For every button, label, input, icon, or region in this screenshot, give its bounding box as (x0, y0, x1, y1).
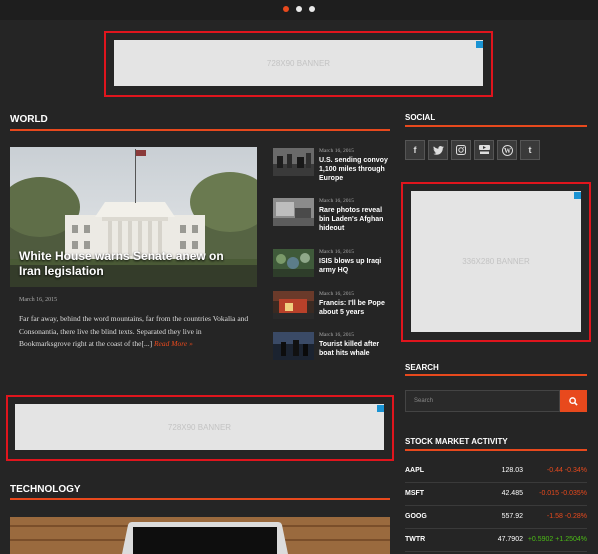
side-article-date: March 16, 2015 (319, 291, 354, 297)
stock-row: GOOG 557.92 -1.58 -0.28% (405, 505, 587, 529)
section-underline (10, 129, 390, 131)
hideout-photo (273, 198, 314, 226)
feature-article-excerpt: Far far away, behind the word mountains,… (19, 313, 251, 351)
side-article-item[interactable]: March 16, 2015 Tourist killed after boat… (273, 332, 393, 360)
stock-symbol[interactable]: AAPL (405, 467, 424, 474)
side-article-title[interactable]: Francis: I'll be Pope about 5 years (319, 299, 389, 317)
section-title-social: SOCIAL (405, 113, 436, 122)
wordpress-icon[interactable]: W (497, 140, 517, 160)
section-title-world: WORLD (10, 114, 48, 125)
twitter-icon[interactable] (428, 140, 448, 160)
section-title-technology: TECHNOLOGY (10, 484, 81, 495)
technology-feature-image[interactable] (10, 517, 390, 554)
stock-price: 557.92 (501, 513, 523, 520)
top-ad-banner[interactable]: 728X90 BANNER (114, 40, 483, 86)
slider-dot[interactable] (309, 6, 315, 12)
stock-price: 47.7902 (497, 536, 523, 543)
stock-symbol[interactable]: TWTR (405, 536, 425, 543)
stock-row: MSFT 42.485 -0.015 -0.035% (405, 482, 587, 506)
stock-row: AAPL 128.03 -0.44 -0.34% (405, 459, 587, 483)
ad-info-icon[interactable] (476, 41, 483, 48)
slider-dot[interactable] (283, 6, 289, 12)
stock-price: 128.03 (501, 467, 523, 474)
side-article-date: March 16, 2015 (319, 332, 354, 338)
side-article-item[interactable]: March 16, 2015 Francis: I'll be Pope abo… (273, 291, 393, 319)
laptop-photo (10, 517, 390, 554)
search-icon (569, 396, 578, 406)
side-article-thumbnail[interactable] (273, 332, 314, 360)
stock-row: TWTR 47.7902 +0.5902 +1.2504% (405, 528, 587, 552)
ad-info-icon[interactable] (574, 192, 581, 199)
ad-label: 728X90 BANNER (167, 422, 232, 432)
slider-dot[interactable] (296, 6, 302, 12)
side-article-thumbnail[interactable] (273, 249, 314, 277)
tumblr-icon[interactable]: t (520, 140, 540, 160)
social-icons: f W t (405, 140, 540, 160)
pope-photo (273, 291, 314, 319)
stock-change: +0.5902 +1.2504% (527, 536, 587, 543)
stock-change: -0.44 -0.34% (546, 467, 587, 474)
section-underline (10, 498, 390, 500)
tourist-photo (273, 332, 314, 360)
side-article-date: March 16, 2015 (319, 148, 354, 154)
ad-label: 728X90 BANNER (266, 58, 331, 68)
section-underline (405, 449, 587, 451)
side-article-title[interactable]: U.S. sending convoy 1,100 miles through … (319, 156, 389, 183)
side-article-item[interactable]: March 16, 2015 Rare photos reveal bin La… (273, 198, 393, 232)
side-ad-banner[interactable]: 336X280 BANNER (411, 191, 581, 332)
stock-symbol[interactable]: GOOG (405, 513, 427, 520)
section-underline (405, 125, 587, 127)
feature-article-title[interactable]: White House warns Senate anew on Iran le… (19, 249, 244, 279)
search-input[interactable]: Search (405, 390, 560, 412)
side-article-thumbnail[interactable] (273, 148, 314, 176)
excerpt-text: Far far away, behind the word mountains,… (19, 314, 249, 348)
middle-ad-banner[interactable]: 728X90 BANNER (15, 404, 384, 450)
side-article-date: March 16, 2015 (319, 249, 354, 255)
slider-dots (283, 6, 315, 12)
side-article-date: March 16, 2015 (319, 198, 354, 204)
side-article-title[interactable]: ISIS blows up Iraqi army HQ (319, 257, 389, 275)
convoy-photo (273, 148, 314, 176)
stock-symbol[interactable]: MSFT (405, 490, 424, 497)
stock-price: 42.485 (501, 490, 523, 497)
iraq-photo (273, 249, 314, 277)
section-title-stocks: STOCK MARKET ACTIVITY (405, 437, 508, 446)
side-article-item[interactable]: March 16, 2015 ISIS blows up Iraqi army … (273, 249, 393, 277)
facebook-icon[interactable]: f (405, 140, 425, 160)
side-article-thumbnail[interactable] (273, 291, 314, 319)
side-article-item[interactable]: March 16, 2015 U.S. sending convoy 1,100… (273, 148, 393, 182)
side-article-title[interactable]: Rare photos reveal bin Laden's Afghan hi… (319, 206, 389, 233)
feature-article-image[interactable]: White House warns Senate anew on Iran le… (10, 147, 257, 287)
feature-article-date: March 16, 2015 (19, 297, 58, 303)
ad-label: 336X280 BANNER (462, 257, 530, 266)
section-underline (405, 374, 587, 376)
section-title-search: SEARCH (405, 363, 439, 372)
side-article-title[interactable]: Tourist killed after boat hits whale (319, 340, 389, 358)
read-more-link[interactable]: Read More » (154, 339, 193, 348)
youtube-icon[interactable] (474, 140, 494, 160)
side-article-thumbnail[interactable] (273, 198, 314, 226)
instagram-icon[interactable] (451, 140, 471, 160)
stock-change: -1.58 -0.28% (546, 513, 587, 520)
stock-change: -0.015 -0.035% (539, 490, 587, 497)
svg-text:W: W (504, 147, 511, 155)
ad-info-icon[interactable] (377, 405, 384, 412)
search-button[interactable] (560, 390, 587, 412)
